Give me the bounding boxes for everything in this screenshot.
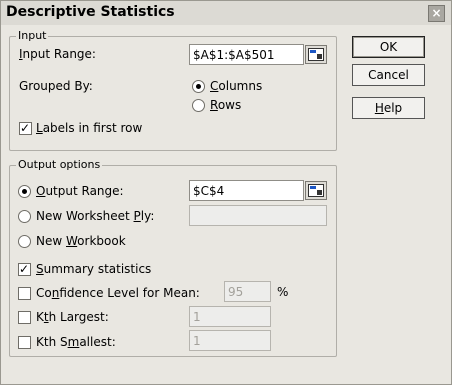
input-group-legend: Input [16,29,49,42]
confidence-level-field[interactable]: 95 [224,281,271,302]
help-button[interactable]: Help [352,97,425,119]
range-selector-icon [308,48,324,61]
rows-radio[interactable] [192,99,205,112]
output-options-legend: Output options [16,158,103,171]
new-workbook-label: New Workbook [36,234,126,248]
input-range-selector-button[interactable] [305,45,327,64]
new-worksheet-radio[interactable] [18,210,31,223]
new-workbook-radio[interactable] [18,235,31,248]
kth-largest-label: Kth Largest: [36,310,109,324]
dialog-title: Descriptive Statistics [6,4,175,20]
percent-label: % [277,285,289,299]
descriptive-statistics-dialog: Descriptive Statistics × Input Input Ran… [0,0,452,385]
kth-smallest-field[interactable]: 1 [189,330,271,351]
cancel-button[interactable]: Cancel [352,64,425,86]
columns-label: Columns [210,79,263,93]
output-range-selector-button[interactable] [305,181,327,200]
new-worksheet-label: New Worksheet Ply: [36,209,155,223]
confidence-level-checkbox[interactable] [18,287,31,300]
rows-label: Rows [210,98,242,112]
kth-smallest-label: Kth Smallest: [36,335,116,349]
confidence-level-label: Confidence Level for Mean: [36,286,200,300]
close-icon[interactable]: × [428,5,445,22]
kth-smallest-checkbox[interactable] [18,336,31,349]
input-range-field[interactable]: $A$1:$A$501 [189,44,304,65]
title-bar: Descriptive Statistics × [1,1,451,25]
input-range-label: Input Range: [19,47,96,61]
input-group: Input Input Range: $A$1:$A$501 Grouped B… [9,29,337,151]
kth-largest-checkbox[interactable] [18,311,31,324]
output-range-field[interactable]: $C$4 [189,180,304,201]
summary-statistics-label: Summary statistics [36,262,152,276]
kth-largest-field[interactable]: 1 [189,306,271,327]
columns-radio[interactable] [192,80,205,93]
output-options-group: Output options Output Range: $C$4 New Wo… [9,158,337,357]
output-range-label: Output Range: [36,184,124,198]
output-range-radio[interactable] [18,185,31,198]
grouped-by-label: Grouped By: [19,79,93,93]
ok-button[interactable]: OK [352,36,425,58]
new-worksheet-field[interactable] [189,205,327,226]
labels-first-row-checkbox[interactable] [19,120,32,136]
range-selector-icon [308,184,324,197]
summary-statistics-checkbox[interactable] [18,261,31,277]
labels-first-row-label: Labels in first row [36,121,143,135]
